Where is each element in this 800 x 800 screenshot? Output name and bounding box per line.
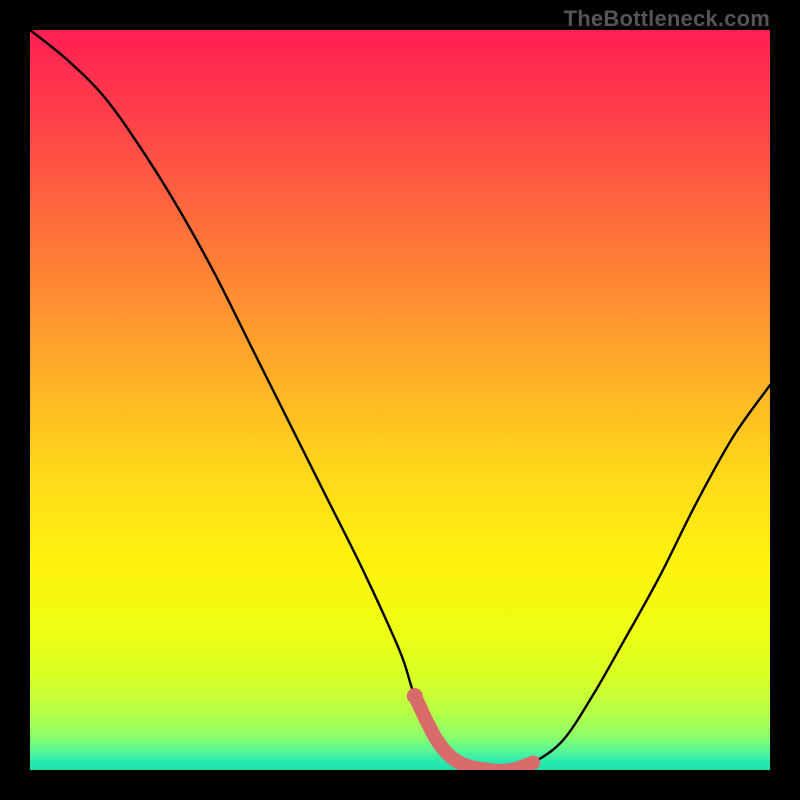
plot-area — [30, 30, 770, 770]
watermark-text: TheBottleneck.com — [564, 6, 770, 32]
chart-stage: TheBottleneck.com — [0, 0, 800, 800]
curve-layer — [30, 30, 770, 770]
optimal-range-highlight — [415, 696, 533, 770]
bottleneck-curve — [30, 30, 770, 770]
optimal-range-start-dot — [407, 688, 423, 704]
